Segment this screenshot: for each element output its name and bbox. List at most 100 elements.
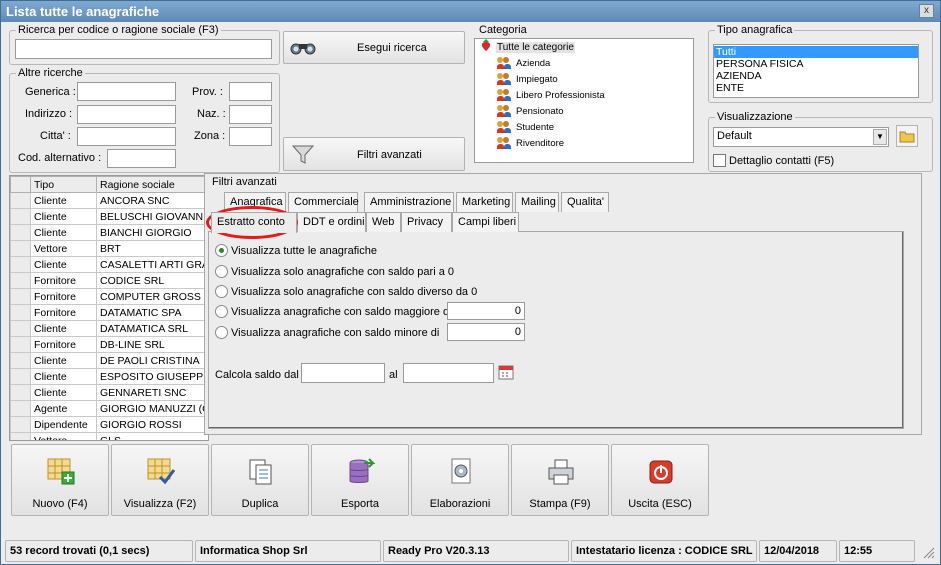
table-row[interactable]: Cliente DATAMATICA SRL: [10, 320, 208, 337]
search-input[interactable]: [15, 39, 272, 59]
new-button[interactable]: Nuovo (F4): [11, 444, 109, 516]
saldo-option-radio[interactable]: [215, 305, 228, 318]
date-from-input[interactable]: [301, 363, 385, 383]
category-item-libero-professionista[interactable]: Libero Professionista: [489, 87, 693, 103]
row-indicator[interactable]: [10, 320, 31, 337]
row-indicator[interactable]: [10, 368, 31, 385]
processing-button[interactable]: Elaborazioni: [411, 444, 509, 516]
date-to-input[interactable]: [403, 363, 494, 383]
prov-input[interactable]: [229, 82, 272, 101]
row-indicator[interactable]: [10, 288, 31, 305]
duplicate-button[interactable]: Duplica: [211, 444, 309, 516]
tab-campi-liberi[interactable]: Campi liberi: [452, 212, 519, 232]
tipo-item-tutti[interactable]: Tutti: [714, 46, 918, 58]
close-button[interactable]: x: [919, 4, 934, 18]
people-icon: [497, 121, 511, 133]
row-indicator[interactable]: [10, 256, 31, 273]
tipo-title: Tipo anagrafica: [715, 24, 795, 36]
people-icon: [497, 137, 511, 149]
category-root[interactable]: Tutte le categorie: [475, 39, 693, 55]
zona-label: Zona :: [194, 130, 226, 142]
citta-input[interactable]: [77, 127, 176, 146]
tab-mailing[interactable]: Mailing: [515, 192, 559, 212]
category-item-azienda[interactable]: Azienda: [489, 55, 693, 71]
table-row[interactable]: Vettore BRT: [10, 240, 208, 257]
tab-amministrazione[interactable]: Amministrazione: [364, 192, 454, 212]
view-button[interactable]: Visualizza (F2): [111, 444, 209, 516]
row-indicator[interactable]: [10, 416, 31, 433]
tab-marketing[interactable]: Marketing: [456, 192, 513, 212]
category-item-studente[interactable]: Studente: [489, 119, 693, 135]
saldo-option-label: Visualizza solo anagrafiche con saldo di…: [231, 286, 478, 298]
export-button[interactable]: Esporta: [311, 444, 409, 516]
table-row[interactable]: Vettore GLS: [10, 432, 208, 440]
zona-input[interactable]: [229, 127, 272, 146]
tipo-item-persona-fisica[interactable]: PERSONA FISICA: [714, 58, 918, 70]
cell-ragione-sociale: ANCORA SNC: [96, 192, 208, 209]
tab-web[interactable]: Web: [366, 212, 401, 232]
dettaglio-checkbox[interactable]: [713, 154, 726, 167]
documents-icon: [246, 457, 276, 487]
chevron-down-icon[interactable]: ▼: [873, 129, 887, 145]
saldo-maggiore-input[interactable]: 0: [447, 302, 525, 320]
grid-header-ragione[interactable]: Ragione sociale: [96, 176, 208, 193]
tab-qualita-[interactable]: Qualita': [561, 192, 609, 212]
saldo-option-radio[interactable]: [215, 265, 228, 278]
row-indicator[interactable]: [10, 224, 31, 241]
saldo-minore-input[interactable]: 0: [447, 323, 525, 341]
row-indicator[interactable]: [10, 432, 31, 440]
folder-icon[interactable]: [896, 125, 918, 147]
tab-privacy[interactable]: Privacy: [401, 212, 452, 232]
row-indicator[interactable]: [10, 304, 31, 321]
visualizzazione-select[interactable]: Default ▼: [713, 127, 889, 147]
naz-input[interactable]: [229, 105, 272, 124]
cell-tipo: Dipendente: [30, 416, 97, 433]
saldo-option-radio[interactable]: [215, 244, 228, 257]
table-row[interactable]: Cliente ANCORA SNC: [10, 192, 208, 209]
category-item-rivenditore[interactable]: Rivenditore: [489, 135, 693, 151]
tab-ddt-e-ordini[interactable]: DDT e ordini: [297, 212, 366, 232]
category-item-pensionato[interactable]: Pensionato: [489, 103, 693, 119]
tipo-item-azienda[interactable]: AZIENDA: [714, 70, 918, 82]
row-indicator[interactable]: [10, 240, 31, 257]
categoria-tree: Tutte le categorie Azienda Impiegato Lib…: [474, 38, 694, 163]
table-row[interactable]: Fornitore DB-LINE SRL: [10, 336, 208, 353]
row-indicator[interactable]: [10, 336, 31, 353]
exit-button[interactable]: Uscita (ESC): [611, 444, 709, 516]
saldo-option-label: Visualizza tutte le anagrafiche: [231, 245, 377, 257]
search-button[interactable]: Esegui ricerca: [283, 31, 465, 64]
table-row[interactable]: Dipendente GIORGIO ROSSI: [10, 416, 208, 433]
advanced-filters-button[interactable]: Filtri avanzati: [283, 137, 465, 171]
tab-estratto-conto[interactable]: Estratto conto: [211, 212, 297, 233]
row-indicator[interactable]: [10, 208, 31, 225]
tab-anagrafica[interactable]: Anagrafica: [224, 192, 286, 212]
row-indicator[interactable]: [10, 384, 31, 401]
saldo-option-radio[interactable]: [215, 326, 228, 339]
table-row[interactable]: Cliente BELUSCHI GIOVANNI: [10, 208, 208, 225]
category-item-impiegato[interactable]: Impiegato: [489, 71, 693, 87]
table-row[interactable]: Cliente ESPOSITO GIUSEPPE: [10, 368, 208, 385]
row-indicator[interactable]: [10, 192, 31, 209]
table-row[interactable]: Fornitore CODICE SRL: [10, 272, 208, 289]
row-indicator[interactable]: [10, 272, 31, 289]
table-row[interactable]: Fornitore COMPUTER GROSS SR: [10, 288, 208, 305]
grid-header-tipo[interactable]: Tipo: [30, 176, 97, 193]
print-button[interactable]: Stampa (F9): [511, 444, 609, 516]
table-row[interactable]: Cliente CASALETTI ARTI GRA: [10, 256, 208, 273]
table-row[interactable]: Cliente DE PAOLI CRISTINA: [10, 352, 208, 369]
row-indicator[interactable]: [10, 352, 31, 369]
table-row[interactable]: Fornitore DATAMATIC SPA: [10, 304, 208, 321]
al-label: al: [389, 369, 398, 381]
row-indicator[interactable]: [10, 400, 31, 417]
indirizzo-input[interactable]: [77, 105, 176, 124]
tab-commerciale[interactable]: Commerciale: [288, 192, 359, 212]
generica-input[interactable]: [77, 82, 176, 101]
table-row[interactable]: Agente GIORGIO MANUZZI (C: [10, 400, 208, 417]
cod-alt-input[interactable]: [107, 149, 176, 168]
tipo-item-ente[interactable]: ENTE: [714, 82, 918, 94]
resize-grip-icon[interactable]: [918, 542, 936, 560]
table-row[interactable]: Cliente BIANCHI GIORGIO: [10, 224, 208, 241]
calendar-icon[interactable]: [498, 364, 514, 380]
table-row[interactable]: Cliente GENNARETI SNC: [10, 384, 208, 401]
saldo-option-radio[interactable]: [215, 285, 228, 298]
